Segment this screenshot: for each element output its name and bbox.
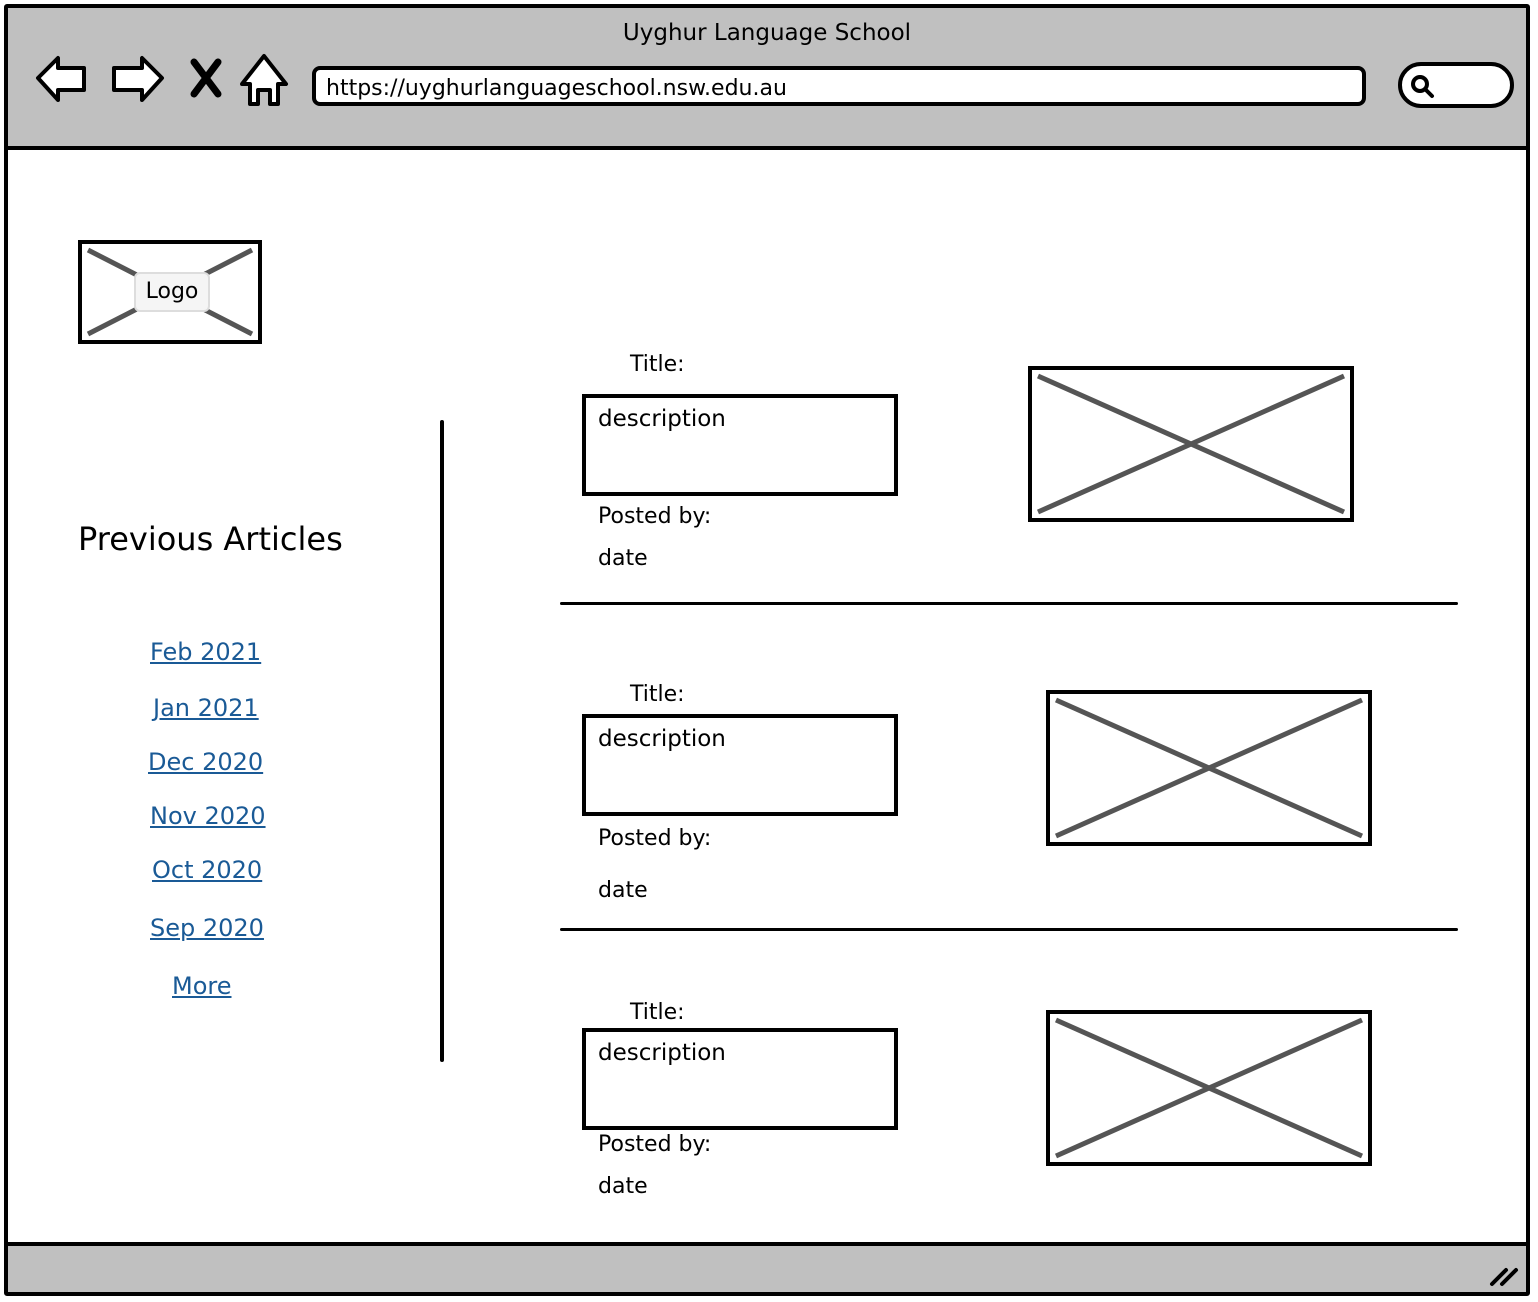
back-arrow-icon <box>36 56 86 102</box>
article-posted-by: Posted by: <box>598 1132 712 1157</box>
article-title: Title: <box>630 682 685 707</box>
article-image[interactable] <box>1028 366 1354 522</box>
forward-button[interactable] <box>108 48 168 112</box>
search-field[interactable] <box>1398 62 1514 108</box>
article-title: Title: <box>630 1000 685 1025</box>
archive-link-jan-2021[interactable]: Jan 2021 <box>153 694 259 722</box>
image-placeholder-icon <box>1036 373 1346 515</box>
archive-link-more[interactable]: More <box>172 972 232 1000</box>
article-title: Title: <box>630 352 685 377</box>
article-posted-by: Posted by: <box>598 504 712 529</box>
article-description: description <box>582 714 898 816</box>
article-date: date <box>598 546 648 571</box>
article-description: description <box>582 1028 898 1130</box>
back-button[interactable] <box>32 48 92 112</box>
article-divider <box>560 602 1458 605</box>
search-icon <box>1411 75 1434 98</box>
article-image[interactable] <box>1046 690 1372 846</box>
archive-link-feb-2021[interactable]: Feb 2021 <box>150 638 261 666</box>
article-image[interactable] <box>1046 1010 1372 1166</box>
article-description: description <box>582 394 898 496</box>
article-date: date <box>598 1174 648 1199</box>
archive-link-sep-2020[interactable]: Sep 2020 <box>150 914 264 942</box>
archive-link-nov-2020[interactable]: Nov 2020 <box>150 802 266 830</box>
stop-button[interactable] <box>182 48 232 112</box>
article-divider <box>560 928 1458 931</box>
browser-statusbar <box>8 1242 1526 1292</box>
window-title: Uyghur Language School <box>622 20 912 46</box>
browser-window: Uyghur Language School https://uyghurlan… <box>4 4 1530 1296</box>
sidebar-divider <box>440 420 444 1062</box>
stop-icon <box>190 58 222 98</box>
logo: Logo <box>78 240 262 344</box>
image-placeholder-icon <box>1054 1017 1364 1159</box>
address-bar[interactable] <box>312 66 1366 106</box>
home-button[interactable] <box>236 48 296 112</box>
article-date: date <box>598 878 648 903</box>
archive-link-oct-2020[interactable]: Oct 2020 <box>152 856 262 884</box>
home-icon <box>240 54 288 106</box>
archive-link-dec-2020[interactable]: Dec 2020 <box>148 748 263 776</box>
article-posted-by: Posted by: <box>598 826 712 851</box>
resize-handle-icon[interactable] <box>1488 1258 1522 1288</box>
image-placeholder-icon <box>1054 697 1364 839</box>
previous-articles-heading: Previous Articles <box>78 520 343 558</box>
forward-arrow-icon <box>112 56 164 102</box>
browser-titlebar: Uyghur Language School <box>8 8 1526 150</box>
logo-label: Logo <box>134 272 210 312</box>
